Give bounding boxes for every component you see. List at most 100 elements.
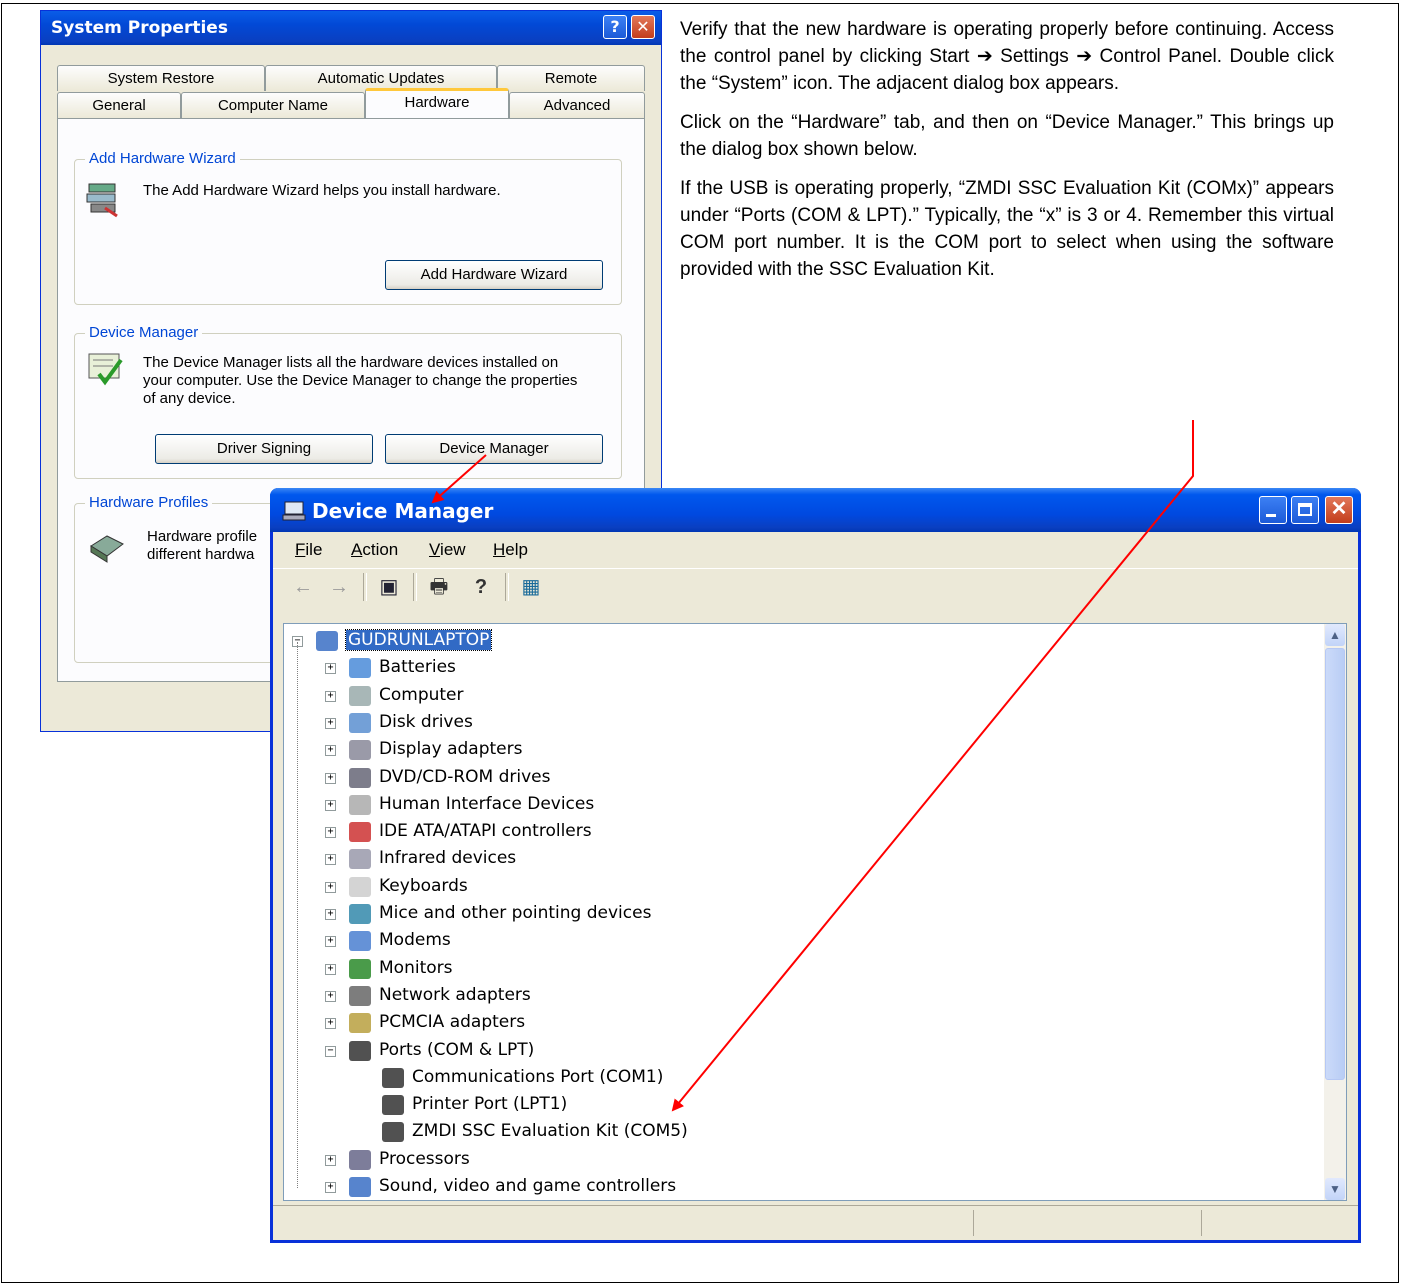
toolbar-separator	[505, 573, 509, 601]
tab-system-restore[interactable]: System Restore	[57, 65, 265, 91]
tree-item-label: Monitors	[379, 957, 453, 978]
vertical-scrollbar[interactable]: ▲ ▼	[1324, 624, 1346, 1200]
hardware-profiles-description: Hardware profile different hardwa	[147, 528, 258, 563]
expand-toggle-icon[interactable]: +	[325, 827, 336, 839]
tree-category[interactable]: + Sound, video and game controllers	[284, 1174, 1314, 1200]
tree-category[interactable]: + Display adapters	[284, 737, 1314, 764]
device-icon	[382, 1122, 404, 1143]
driver-signing-button[interactable]: Driver Signing	[155, 434, 373, 464]
tree-category[interactable]: + Batteries	[284, 655, 1314, 682]
tree-category[interactable]: + Network adapters	[284, 983, 1314, 1010]
expand-toggle-icon[interactable]: +	[325, 717, 336, 729]
device-manager-window: Device Manager ✕ File Action View Help ←…	[270, 488, 1361, 1243]
expand-toggle-icon[interactable]: +	[325, 1182, 336, 1193]
scan-hardware-changes-icon[interactable]: ▦	[519, 575, 543, 599]
device-manager-button[interactable]: Device Manager	[385, 434, 603, 464]
expand-toggle-icon[interactable]: +	[325, 963, 336, 975]
expand-toggle-icon[interactable]: +	[325, 690, 336, 702]
expand-toggle-icon[interactable]: +	[325, 990, 336, 1002]
tree-item-label: Display adapters	[379, 739, 523, 760]
tree-root-computer[interactable]: − GUDRUNLAPTOP	[284, 628, 1314, 655]
tree-category[interactable]: + IDE ATA/ATAPI controllers	[284, 819, 1314, 846]
back-arrow-icon[interactable]: ←	[291, 575, 315, 599]
tab-hardware[interactable]: Hardware	[365, 88, 509, 118]
expand-toggle-icon[interactable]: +	[325, 772, 336, 784]
tree-item-label: Batteries	[379, 657, 456, 678]
maximize-button[interactable]	[1291, 496, 1319, 524]
expand-toggle-icon[interactable]: +	[325, 1018, 336, 1030]
tree-port-item[interactable]: ZMDI SSC Evaluation Kit (COM5)	[284, 1119, 1314, 1146]
system-properties-title: System Properties	[51, 18, 228, 38]
device-icon	[349, 958, 371, 979]
tree-item-label: IDE ATA/ATAPI controllers	[379, 821, 592, 842]
expand-toggle-icon[interactable]: +	[325, 799, 336, 811]
expand-toggle-icon[interactable]: +	[325, 854, 336, 866]
menu-action[interactable]: Action	[351, 540, 398, 560]
system-properties-titlebar[interactable]: System Properties ? ✕	[41, 11, 661, 45]
computer-icon	[282, 501, 306, 521]
tree-port-item[interactable]: Communications Port (COM1)	[284, 1065, 1314, 1092]
help-topic-icon[interactable]: ?	[469, 575, 493, 599]
menu-view-mnemonic: V	[429, 540, 441, 559]
add-hardware-wizard-icon	[86, 183, 118, 218]
tree-item-label: DVD/CD-ROM drives	[379, 766, 551, 787]
add-hardware-wizard-button[interactable]: Add Hardware Wizard	[385, 260, 603, 290]
tree-category[interactable]: + Human Interface Devices	[284, 792, 1314, 819]
toolbar-separator	[413, 573, 417, 601]
expand-toggle-icon[interactable]: +	[325, 909, 336, 920]
tab-remote[interactable]: Remote	[497, 65, 645, 91]
expand-toggle-icon[interactable]: +	[325, 881, 336, 893]
menu-file-mnemonic: F	[295, 540, 306, 559]
menu-file[interactable]: File	[295, 540, 322, 560]
tree-port-item[interactable]: Printer Port (LPT1)	[284, 1092, 1314, 1119]
device-manager-group: Device Manager The Device Manager lists …	[74, 324, 622, 479]
expand-toggle-icon[interactable]: +	[325, 1154, 336, 1166]
tree-category[interactable]: − Ports (COM & LPT)	[284, 1038, 1314, 1065]
device-icon	[349, 1040, 371, 1061]
close-button[interactable]: ✕	[631, 15, 655, 39]
help-button[interactable]: ?	[603, 15, 627, 39]
tree-category[interactable]: + Mice and other pointing devices	[284, 901, 1314, 928]
menu-help-label: elp	[505, 540, 528, 559]
print-icon[interactable]: 🖶	[427, 575, 451, 599]
tree-item-label: GUDRUNLAPTOP	[344, 629, 493, 651]
menu-view[interactable]: View	[429, 540, 466, 560]
tree-item-label: Processors	[379, 1148, 470, 1169]
expand-toggle-icon[interactable]: −	[325, 1045, 336, 1057]
tree-category[interactable]: + Infrared devices	[284, 846, 1314, 873]
show-hide-console-tree-icon[interactable]: ▣	[377, 575, 401, 599]
scroll-up-arrow[interactable]: ▲	[1325, 624, 1345, 646]
expand-toggle-icon[interactable]: +	[325, 745, 336, 757]
window-close-button[interactable]: ✕	[1325, 496, 1353, 524]
tree-item-label: Sound, video and game controllers	[379, 1176, 677, 1196]
tree-item-label: Computer	[379, 684, 464, 705]
tree-category[interactable]: + PCMCIA adapters	[284, 1010, 1314, 1037]
tree-category[interactable]: + Modems	[284, 928, 1314, 955]
tree-item-label: Ports (COM & LPT)	[379, 1039, 535, 1060]
menu-help[interactable]: Help	[493, 540, 528, 560]
tree-category[interactable]: + Monitors	[284, 956, 1314, 983]
tab-computer-name[interactable]: Computer Name	[181, 92, 365, 118]
device-tree[interactable]: ▲ ▼ − GUDRUNLAPTOP + Batteries + Computer + Dis…	[283, 623, 1347, 1201]
tree-category[interactable]: + Processors	[284, 1147, 1314, 1174]
tab-advanced[interactable]: Advanced	[509, 92, 645, 118]
tree-category[interactable]: + DVD/CD-ROM drives	[284, 765, 1314, 792]
tree-item-label: Mice and other pointing devices	[379, 903, 652, 923]
instruction-paragraph-2: Click on the “Hardware” tab, and then on…	[680, 112, 1334, 160]
minimize-button[interactable]	[1259, 496, 1287, 524]
tree-category[interactable]: + Keyboards	[284, 874, 1314, 901]
device-manager-group-title: Device Manager	[85, 324, 203, 341]
tree-category[interactable]: + Computer	[284, 683, 1314, 710]
scroll-thumb[interactable]	[1325, 648, 1345, 1080]
tree-item-label: Infrared devices	[379, 848, 517, 869]
computer-icon	[316, 631, 338, 651]
add-hardware-group: Add Hardware Wizard The Add Hardware Wiz…	[74, 150, 622, 305]
status-cell	[1201, 1210, 1202, 1236]
tab-general[interactable]: General	[57, 92, 181, 118]
expand-toggle-icon[interactable]: +	[325, 663, 336, 675]
forward-arrow-icon[interactable]: →	[327, 575, 351, 599]
device-manager-titlebar[interactable]: Device Manager ✕	[270, 488, 1361, 532]
tree-category[interactable]: + Disk drives	[284, 710, 1314, 737]
scroll-down-arrow[interactable]: ▼	[1325, 1178, 1345, 1200]
expand-toggle-icon[interactable]: +	[325, 936, 336, 948]
